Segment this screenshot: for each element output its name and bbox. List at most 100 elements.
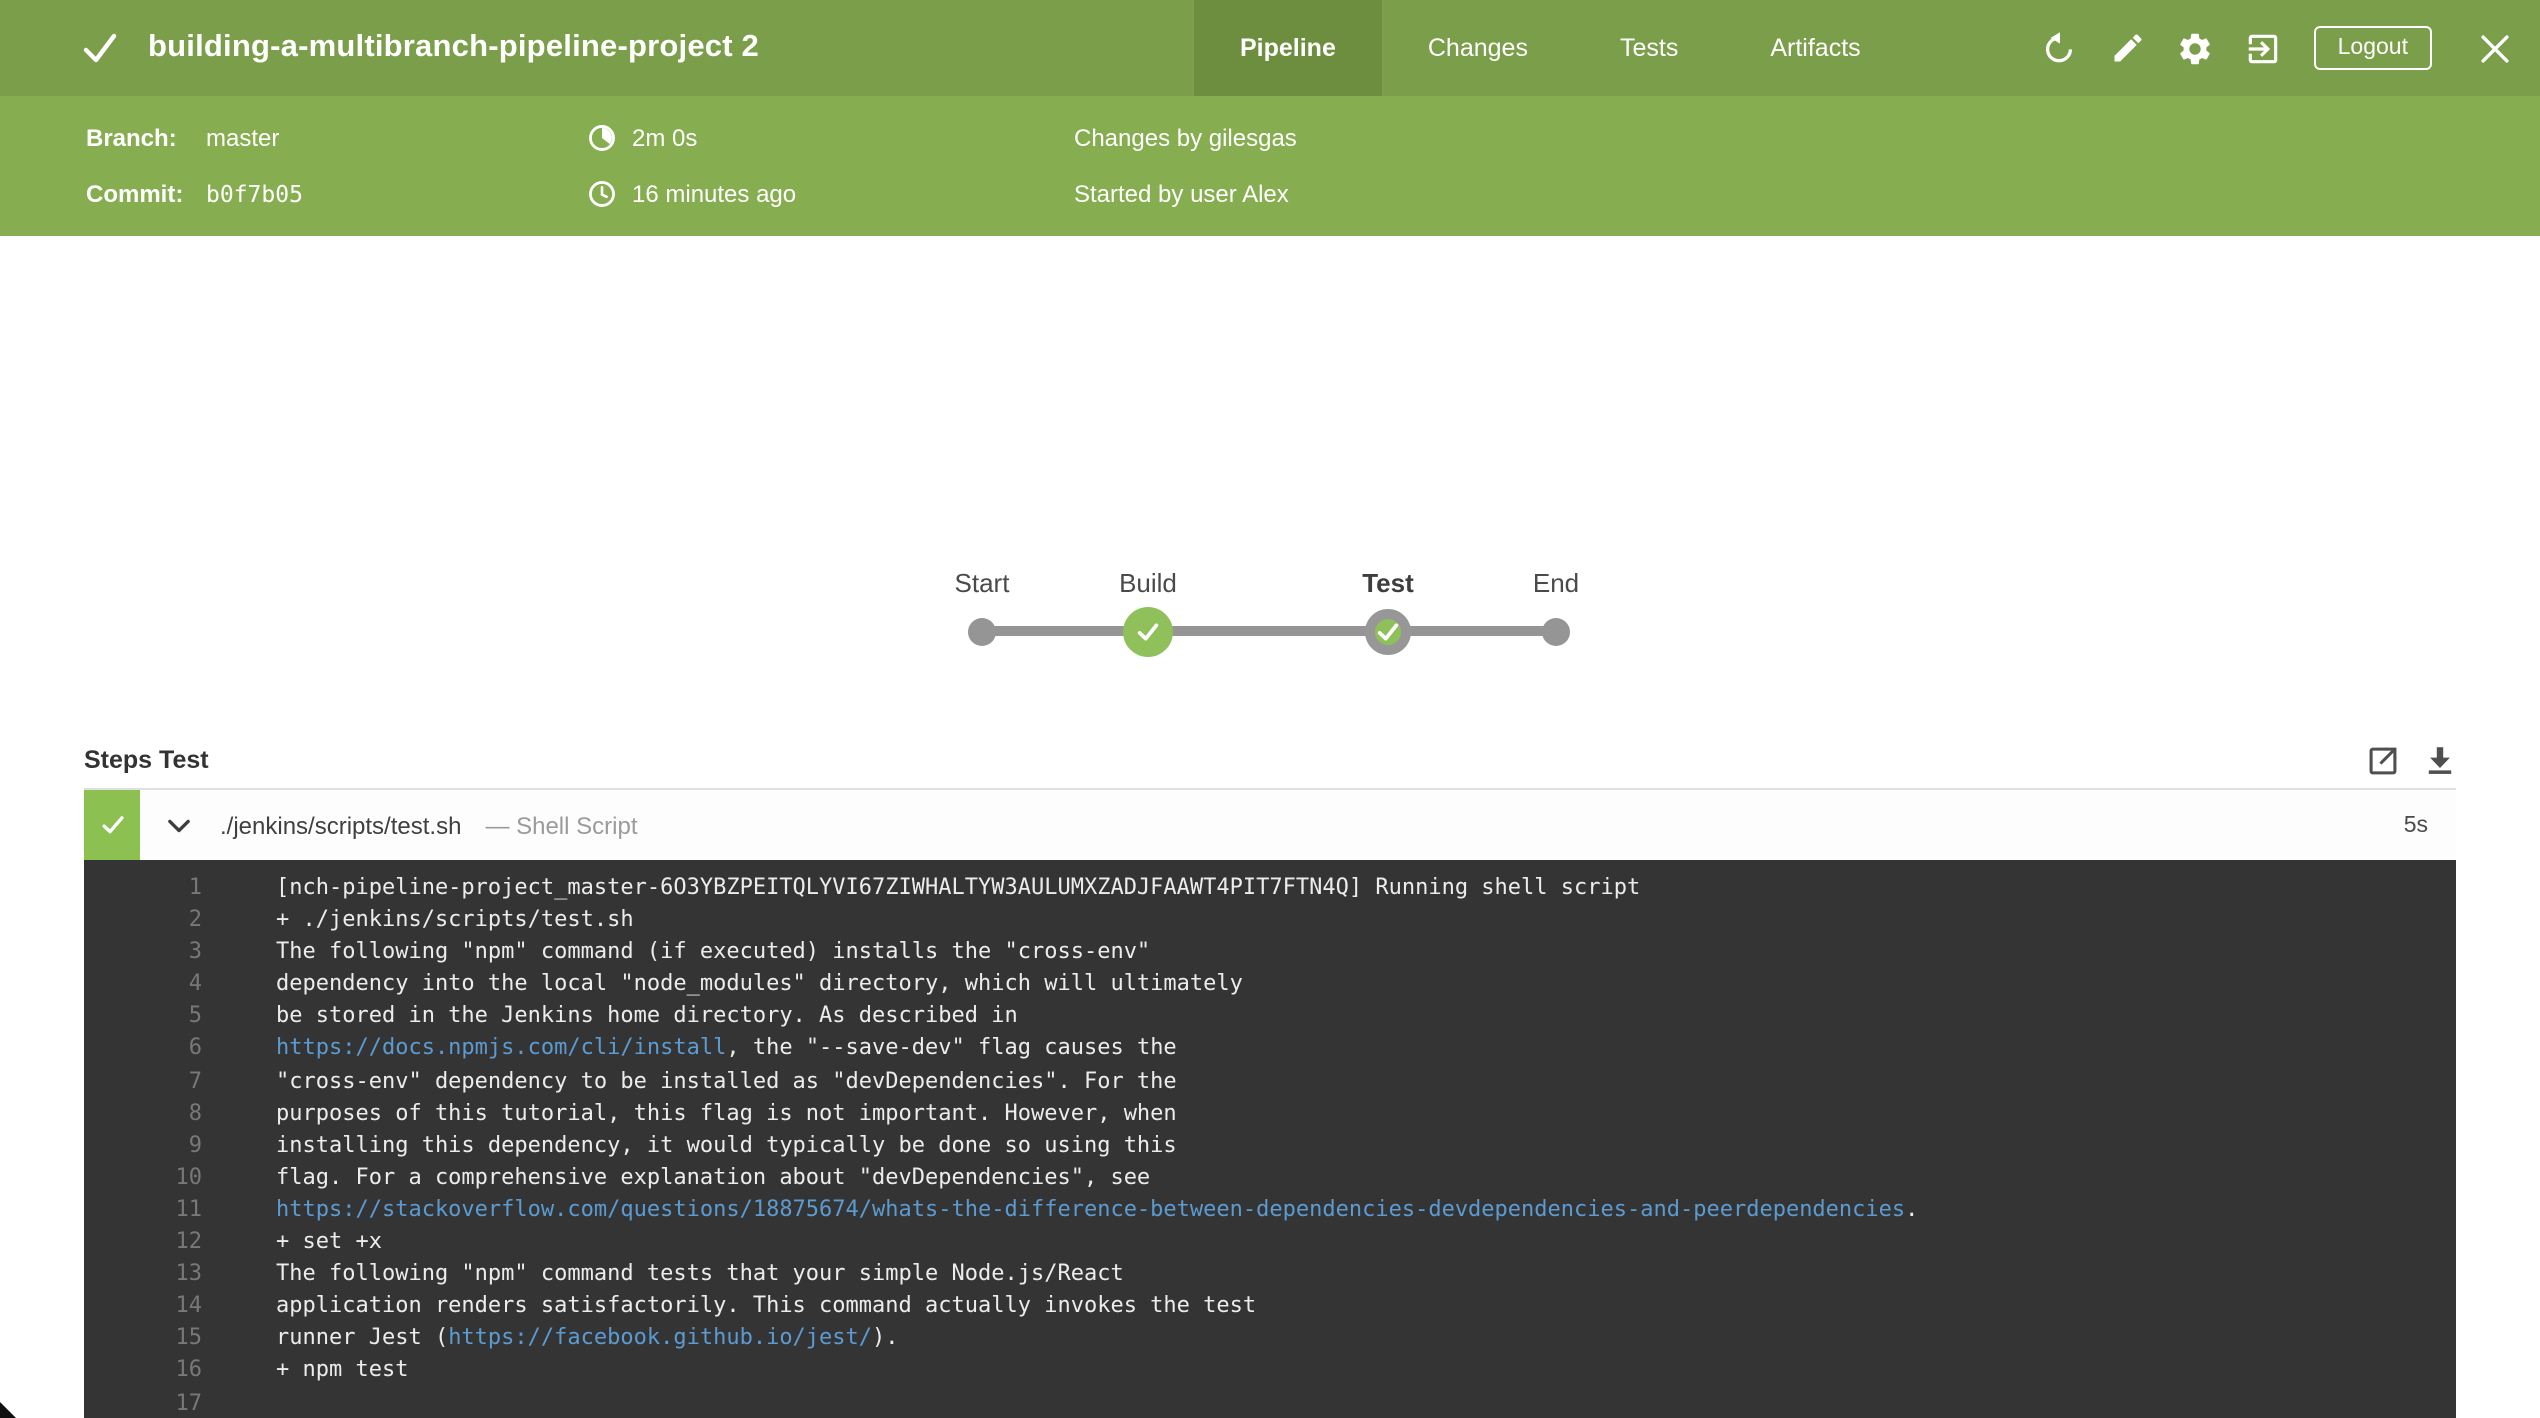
pipeline-edge-line [982,626,1556,636]
console-line: 16 + npm test [84,1355,2456,1387]
console-line-text: installing this dependency, it would typ… [276,1130,1177,1162]
log-text: . [1905,1195,1919,1222]
close-icon[interactable] [2448,0,2540,96]
console-line: 1 [nch-pipeline-project_master-6O3YBZPEIT… [84,872,2456,904]
log-link[interactable]: https://stackoverflow.com/questions/1887… [276,1196,1905,1222]
console-line-text: https://docs.npmjs.com/cli/install, the … [276,1033,1177,1065]
stage-node-build[interactable] [1123,607,1173,657]
log-text: be stored in the Jenkins home directory.… [276,1002,1018,1029]
tab-changes[interactable]: Changes [1382,0,1574,96]
log-text: + npm test [276,1356,409,1383]
steps-heading: Steps Test [84,746,209,774]
console-line-number: 3 [188,938,202,965]
tab-tests[interactable]: Tests [1574,0,1724,96]
console-line-text: "cross-env" dependency to be installed a… [276,1065,1177,1097]
console-line-number: 9 [188,1131,202,1158]
logout-button[interactable]: Logout [2313,26,2432,70]
console-line-text: application renders satisfactorily. This… [276,1290,1256,1322]
console-line: 13 The following "npm" command tests that… [84,1258,2456,1290]
console-line: 9 installing this dependency, it would ty… [84,1130,2456,1162]
chevron-down-icon[interactable] [168,817,190,833]
started-by: Started by user Alex [1074,180,1289,208]
console-line-number: 5 [188,1002,202,1029]
console-line-text: https://stackoverflow.com/questions/1887… [276,1194,1918,1226]
branch-label: Branch: [86,124,177,152]
console-line-number: 16 [175,1356,203,1383]
duration-value: 2m 0s [632,124,698,152]
log-text: dependency into the local "node_modules"… [276,970,1243,997]
console-line-number: 14 [175,1292,203,1319]
console-line-text: flag. For a comprehensive explanation ab… [276,1162,1150,1194]
step-kind: — Shell Script [485,811,638,839]
tab-pipeline[interactable]: Pipeline [1194,0,1382,96]
blue-ocean-pipeline-page: building-a-multibranch-pipeline-project … [0,0,2540,1418]
run-meta-bar: Branch: master 2m 0s Changes by gilesgas… [0,96,2540,236]
time-ago-value: 16 minutes ago [632,180,797,208]
stage-label-end: End [1532,568,1580,598]
log-text: + ./jenkins/scripts/test.sh [276,906,634,933]
log-text: purposes of this tutorial, this flag is … [276,1099,1177,1126]
console-line-text: + set +x [276,1226,382,1258]
stage-node-end[interactable] [1542,618,1570,646]
log-link[interactable]: https://facebook.github.io/jest/ [448,1325,872,1351]
log-text: [nch-pipeline-project_master-6O3YBZPEITQ… [276,874,1641,900]
console-line-text: The following "npm" command tests that y… [276,1258,1124,1290]
tab-artifacts[interactable]: Artifacts [1724,0,1906,96]
console-log[interactable]: 1 [nch-pipeline-project_master-6O3YBZPEIT… [84,860,2456,1418]
console-line: 6 https://docs.npmjs.com/cli/install, the… [84,1033,2456,1065]
console-line: 4 dependency into the local "node_modules… [84,969,2456,1001]
console-line: 14 application renders satisfactorily. Th… [84,1290,2456,1322]
run-success-check-icon [80,28,120,68]
stage-node-test[interactable] [1365,609,1411,655]
console-line-text: + ./jenkins/scripts/test.sh [276,904,634,936]
changes-by: Changes by gilesgas [1074,124,1297,152]
stage-label-start: Start [954,568,1010,598]
console-line: 3 The following "npm" command (if execute… [84,936,2456,968]
console-line-text: be stored in the Jenkins home directory.… [276,1001,1018,1033]
rerun-icon[interactable] [2026,0,2094,96]
run-header-bar: building-a-multibranch-pipeline-project … [0,0,2540,96]
log-text: runner Jest ( [276,1324,449,1351]
console-line-text: The following "npm" command (if executed… [276,936,1150,968]
console-line: 10 flag. For a comprehensive explanation … [84,1162,2456,1194]
log-text: installing this dependency, it would typ… [276,1131,1177,1158]
run-title: building-a-multibranch-pipeline-project … [148,30,759,64]
step-name: ./jenkins/scripts/test.sh [220,811,462,839]
stage-label-build: Build [1119,568,1177,598]
clock-icon [588,180,616,208]
settings-icon[interactable] [2162,0,2230,96]
exit-to-app-icon[interactable] [2230,0,2298,96]
step-duration: 5s [2403,813,2428,837]
edit-icon[interactable] [2094,0,2162,96]
log-text: "cross-env" dependency to be installed a… [276,1067,1177,1094]
console-line: 11 https://stackoverflow.com/questions/18… [84,1194,2456,1226]
console-line-text: runner Jest (https://facebook.github.io/… [276,1323,899,1355]
open-log-external-icon[interactable] [2344,740,2400,780]
branch-value: master [206,124,280,152]
console-line-number: 1 [188,874,202,900]
log-text: The following "npm" command tests that y… [276,1260,1124,1287]
download-log-icon[interactable] [2400,740,2456,780]
steps-header: Steps Test [84,740,2456,780]
log-text: ). [872,1324,899,1351]
duration-icon [588,124,616,152]
step-success-icon [84,789,140,861]
step-row-shell-script[interactable]: ./jenkins/scripts/test.sh — Shell Script… [84,788,2456,861]
console-line-number: 15 [175,1324,203,1351]
console-line-number: 6 [188,1034,202,1061]
run-tabs: Pipeline Changes Tests Artifacts [1194,0,1907,96]
console-line-number: 11 [175,1195,203,1222]
log-link[interactable]: https://docs.npmjs.com/cli/install [276,1035,726,1061]
console-line: 17 [84,1387,2456,1418]
pipeline-graph: Start Build Test End [0,236,2540,754]
console-line: 7 "cross-env" dependency to be installed … [84,1065,2456,1097]
console-line-text: dependency into the local "node_modules"… [276,969,1243,1001]
stage-label-test: Test [1362,568,1414,598]
stage-node-start[interactable] [968,618,996,646]
console-line-text: purposes of this tutorial, this flag is … [276,1097,1177,1129]
console-line-text: + npm test [276,1355,408,1387]
console-line: 5 be stored in the Jenkins home directory… [84,1001,2456,1033]
commit-value: b0f7b05 [206,180,303,208]
console-line-number: 7 [188,1067,202,1094]
console-line-number: 12 [175,1228,203,1255]
